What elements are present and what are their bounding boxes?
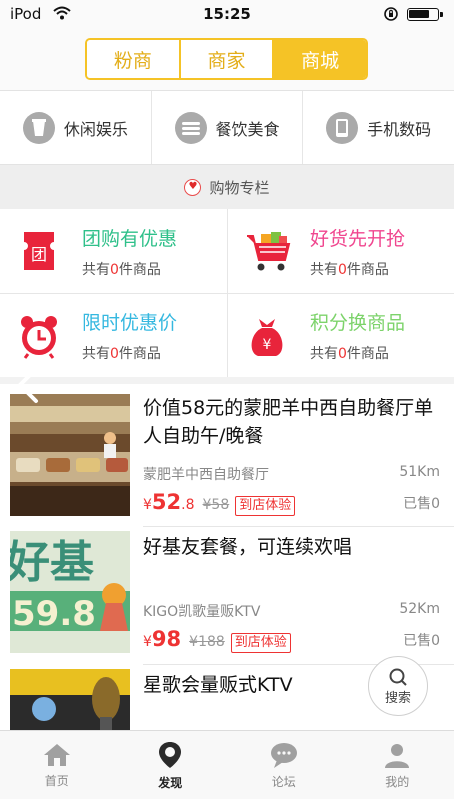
- thumbnail-ktv-poster: 好基 59.8: [10, 531, 130, 653]
- tab-label: 首页: [44, 773, 69, 788]
- price-line: ¥ 98 ¥188 到店体验 已售0: [143, 627, 440, 653]
- divider: [143, 526, 454, 527]
- search-icon: [389, 668, 407, 686]
- category-digital[interactable]: 手机数码: [302, 91, 454, 164]
- search-button[interactable]: 搜索: [368, 656, 428, 716]
- phone-icon: [326, 111, 359, 144]
- rotation-lock-icon: [384, 7, 398, 21]
- category-label: 餐饮美食: [215, 119, 280, 139]
- shop-line: 蒙肥羊中西自助餐厅 51Km: [143, 464, 440, 484]
- promo-title: 团购有优惠: [82, 227, 178, 250]
- location-pin-icon: [159, 741, 182, 768]
- cup-icon: [22, 111, 55, 144]
- tab-bar: 首页 发现 论坛 我的: [0, 730, 454, 799]
- listing-info: 好基友套餐，可连续欢唱 KIGO凯歌量贩KTV 52Km ¥ 98 ¥188 到…: [143, 531, 440, 661]
- promo-flash-sale[interactable]: 限时优惠价 共有0件商品: [0, 293, 227, 377]
- promo-count: 共有0件商品: [82, 346, 161, 362]
- original-price: ¥188: [189, 634, 225, 650]
- price-symbol: ¥: [143, 497, 152, 513]
- heart-icon: ♥: [184, 178, 202, 196]
- list-item[interactable]: 好基 59.8 好基友套餐，可连续欢唱 KIGO凯歌量贩KTV 52Km ¥ 9…: [0, 531, 454, 671]
- original-price: ¥58: [202, 497, 230, 513]
- sold-count: 已售0: [403, 496, 440, 512]
- battery-icon: [407, 8, 439, 21]
- ticket-icon: 团: [24, 232, 54, 270]
- tab-label: 发现: [158, 775, 183, 790]
- tab-label: 论坛: [271, 774, 296, 789]
- status-bar: iPod 15:25: [0, 0, 454, 28]
- promo-title: 积分换商品: [310, 312, 406, 334]
- alarm-clock-icon: [21, 315, 57, 359]
- sold-count: 已售0: [403, 633, 440, 649]
- segment-shangcheng[interactable]: 商城: [272, 40, 366, 78]
- battery-tip: [440, 12, 443, 17]
- promo-points-exchange[interactable]: ¥ 积分换商品 共有0件商品: [227, 293, 454, 377]
- listing-info: 价值58元的蒙肥羊中西自助餐厅单人自助午/晚餐 蒙肥羊中西自助餐厅 51Km ¥…: [143, 394, 440, 524]
- back-arrow-icon[interactable]: [14, 366, 44, 404]
- shop-line: KIGO凯歌量贩KTV 52Km: [143, 601, 440, 621]
- list-item[interactable]: 价值58元的蒙肥羊中西自助餐厅单人自助午/晚餐 蒙肥羊中西自助餐厅 51Km ¥…: [0, 394, 454, 534]
- category-food[interactable]: 餐饮美食: [150, 91, 303, 164]
- price: 52: [151, 490, 182, 514]
- home-icon: [43, 743, 70, 766]
- tab-profile[interactable]: 我的: [341, 731, 454, 799]
- category-leisure[interactable]: 休闲娱乐: [0, 91, 151, 164]
- chat-bubble-icon: [270, 742, 297, 768]
- search-label: 搜索: [384, 690, 411, 706]
- tab-home[interactable]: 首页: [0, 731, 114, 799]
- segmented-control: 粉商 商家 商城: [85, 38, 368, 80]
- svg-text:团: 团: [31, 245, 47, 264]
- tab-forum[interactable]: 论坛: [227, 731, 341, 799]
- promo-count: 共有0件商品: [310, 346, 389, 362]
- svg-text:¥: ¥: [263, 337, 272, 353]
- distance: 52Km: [399, 601, 440, 617]
- listing-title: 价值58元的蒙肥羊中西自助餐厅单人自助午/晚餐: [143, 397, 434, 447]
- promo-title: 限时优惠价: [82, 312, 178, 334]
- promo-hot-goods[interactable]: 好货先开抢 共有0件商品: [227, 209, 454, 293]
- segment-shangjia[interactable]: 商家: [178, 40, 273, 78]
- svg-text:59.8: 59.8: [12, 594, 96, 634]
- category-label: 休闲娱乐: [63, 119, 128, 139]
- price: 98: [151, 627, 182, 651]
- tab-label: 我的: [385, 774, 410, 789]
- in-store-tag: 到店体验: [230, 633, 291, 653]
- price-symbol: ¥: [143, 634, 152, 650]
- category-row: 休闲娱乐 餐饮美食 手机数码: [0, 90, 454, 165]
- shopping-section-header: ♥ 购物专栏: [0, 165, 454, 209]
- category-label: 手机数码: [367, 119, 432, 139]
- listing-title: 好基友套餐，可连续欢唱: [143, 536, 353, 558]
- thumbnail-karaoke: [10, 669, 130, 730]
- promo-count: 共有0件商品: [310, 261, 389, 278]
- promo-grid: 团 团购有优惠 共有0件商品 好货先开抢 共有0件商品 限时优惠价 共有0件商品…: [0, 209, 454, 377]
- top-bar: 粉商 商家 商城: [0, 28, 454, 90]
- price-line: ¥ 52 .8 ¥58 到店体验 已售0: [143, 490, 440, 516]
- plate-icon: [174, 111, 207, 144]
- tab-discover[interactable]: 发现: [114, 731, 228, 799]
- section-title: 购物专栏: [209, 178, 270, 197]
- promo-count: 共有0件商品: [82, 261, 161, 278]
- price-decimal: .8: [181, 497, 195, 513]
- shop-name: KIGO凯歌量贩KTV: [143, 604, 261, 620]
- svg-text:好基: 好基: [10, 537, 94, 588]
- promo-group-buy[interactable]: 团 团购有优惠 共有0件商品: [0, 209, 227, 293]
- promo-title: 好货先开抢: [310, 227, 406, 250]
- segment-fenshang[interactable]: 粉商: [87, 40, 179, 78]
- cart-icon: [247, 232, 291, 271]
- money-bag-icon: ¥: [251, 318, 283, 356]
- in-store-tag: 到店体验: [235, 496, 296, 516]
- distance: 51Km: [399, 464, 440, 480]
- thumbnail-buffet: [10, 394, 130, 516]
- person-icon: [385, 743, 410, 768]
- shop-name: 蒙肥羊中西自助餐厅: [143, 467, 269, 483]
